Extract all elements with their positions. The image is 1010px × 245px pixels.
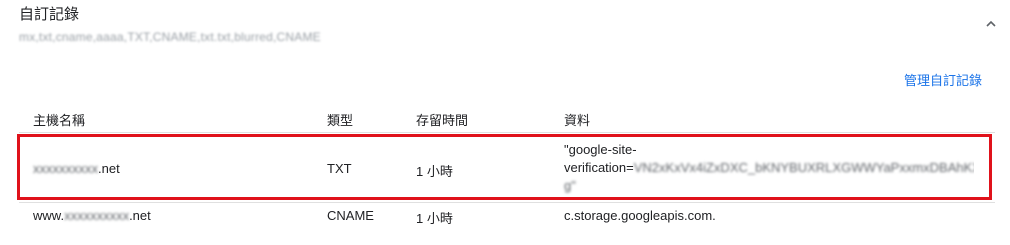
highlight-box [17, 134, 992, 200]
ttl-cell: 1 小時 [416, 211, 453, 226]
data-cell: c.storage.googleapis.com. [564, 208, 716, 223]
records-summary: mx,txt,cname,aaaa,TXT,CNAME,txt.txt,blur… [19, 30, 321, 44]
section-title: 自訂記錄 [19, 6, 80, 23]
chevron-up-icon [986, 20, 996, 27]
host-suffix: .net [129, 208, 151, 223]
type-cell: CNAME [327, 208, 374, 223]
row-divider [19, 202, 995, 203]
collapse-button[interactable] [979, 12, 1003, 36]
host-blurred: xxxxxxxxxx [64, 208, 130, 223]
host-cell: www.xxxxxxxxxx.net [33, 208, 151, 223]
custom-records-header: 自訂記錄 mx,txt,cname,aaaa,TXT,CNAME,txt.txt… [19, 5, 999, 44]
manage-custom-records-link[interactable]: 管理自訂記錄 [904, 70, 982, 89]
column-header-ttl: 存留時間 [416, 113, 469, 128]
column-header-type: 類型 [327, 113, 354, 128]
header-divider [19, 132, 995, 133]
column-header-host: 主機名稱 [33, 113, 86, 128]
column-header-data: 資料 [564, 113, 591, 128]
host-prefix: www. [33, 208, 65, 223]
